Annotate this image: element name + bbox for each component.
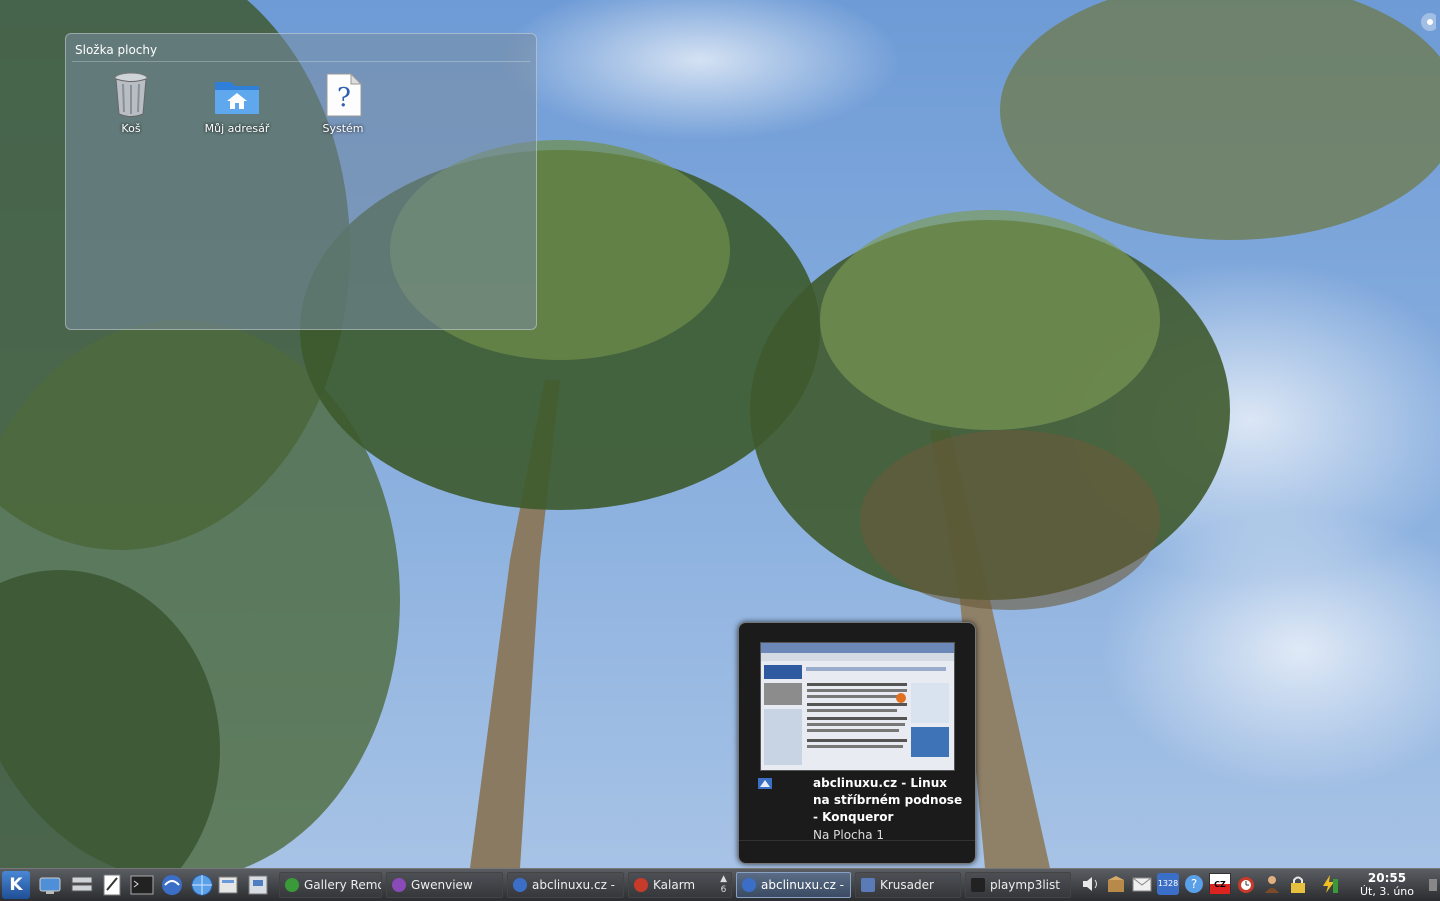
- package-icon[interactable]: [1105, 873, 1127, 895]
- tooltip-title: abclinuxu.cz - Linux na stříbrném podnos…: [813, 776, 963, 824]
- trash-icon: [114, 72, 148, 117]
- panel-handle-icon[interactable]: [1426, 869, 1440, 901]
- task-label: Gallery Remote: [304, 878, 381, 892]
- task-button-krusader[interactable]: Krusader: [855, 872, 961, 898]
- terminal-icon: [971, 878, 985, 892]
- alarm-clock-icon[interactable]: [1235, 873, 1257, 895]
- home-folder-icon: [215, 82, 259, 114]
- desktop-toolbox-icon[interactable]: [1410, 10, 1436, 40]
- konqueror-icon[interactable]: [159, 872, 185, 898]
- task-button-gallery-remote[interactable]: Gallery Remote: [279, 872, 382, 898]
- task-button-abclinuxu-active[interactable]: abclinuxu.cz -: [736, 872, 851, 898]
- help-icon[interactable]: ?: [1183, 873, 1205, 895]
- tooltip-divider: [739, 840, 975, 841]
- task-label: Krusader: [880, 878, 934, 892]
- task-label: Kalarm: [653, 878, 696, 892]
- lock-icon[interactable]: [1287, 873, 1309, 895]
- clock-date: Út, 3. úno: [1359, 885, 1415, 898]
- desktop-icon-system[interactable]: ? Systém: [298, 72, 388, 135]
- task-button-abclinuxu-1[interactable]: abclinuxu.cz -: [507, 872, 624, 898]
- task-group-count: ▲ 6: [720, 874, 727, 895]
- k-menu-button[interactable]: K: [2, 871, 30, 899]
- web-browser-icon[interactable]: [189, 872, 215, 898]
- desktop-icon-label: Systém: [322, 122, 364, 135]
- desktop-folder-view[interactable]: Složka plochy Koš Můj adresář ? Systém: [65, 33, 537, 330]
- digital-clock[interactable]: 20:55 Út, 3. úno: [1352, 871, 1422, 899]
- task-label: playmp3list: [990, 878, 1060, 892]
- text-editor-icon[interactable]: [99, 872, 125, 898]
- keyboard-layout-label: CZ: [1214, 880, 1226, 889]
- task-label: abclinuxu.cz -: [761, 878, 845, 892]
- desktop-icon-trash[interactable]: Koš: [86, 72, 176, 135]
- mail-icon[interactable]: [1131, 873, 1153, 895]
- system-settings-icon[interactable]: [37, 872, 63, 898]
- user-icon[interactable]: [1261, 873, 1283, 895]
- system-unknown-icon: ?: [326, 72, 363, 117]
- krusader-icon: [861, 878, 875, 892]
- network-monitor-icon[interactable]: 1328: [1157, 873, 1179, 895]
- archive-icon[interactable]: [245, 872, 271, 898]
- folder-view-divider: [72, 61, 530, 62]
- task-button-kalarm[interactable]: Kalarm ▲ 6: [628, 872, 732, 898]
- task-label: Gwenview: [411, 878, 473, 892]
- task-button-gwenview[interactable]: Gwenview: [386, 872, 503, 898]
- konqueror-icon: [513, 878, 527, 892]
- gwenview-icon: [392, 878, 406, 892]
- desktop-icon-home[interactable]: Můj adresář: [192, 72, 282, 135]
- kalarm-icon: [634, 878, 648, 892]
- konqueror-icon: [742, 878, 756, 892]
- svg-text:?: ?: [337, 83, 351, 113]
- network-monitor-label: 1328: [1157, 879, 1179, 888]
- task-button-playmp3list[interactable]: playmp3list: [965, 872, 1071, 898]
- konqueror-icon: [758, 778, 772, 789]
- window-preview-thumbnail: [760, 642, 955, 771]
- clock-time: 20:55: [1367, 871, 1407, 885]
- task-tooltip: abclinuxu.cz - Linux na stříbrném podnos…: [738, 622, 976, 864]
- gallery-remote-icon: [285, 878, 299, 892]
- svg-text:?: ?: [1191, 877, 1197, 891]
- keyboard-layout-icon[interactable]: CZ: [1209, 873, 1231, 895]
- drive-icon[interactable]: [69, 872, 95, 898]
- folder-view-title: Složka plochy: [75, 43, 158, 57]
- file-manager-icon[interactable]: [216, 872, 242, 898]
- taskbar-panel: K Gallery Remote Gwenview: [0, 868, 1440, 901]
- desktop-icon-label: Koš: [121, 122, 141, 135]
- k-menu-icon: K: [9, 875, 23, 895]
- power-icon[interactable]: [1318, 873, 1340, 895]
- task-label: abclinuxu.cz -: [532, 878, 616, 892]
- terminal-icon[interactable]: [129, 872, 155, 898]
- desktop-icon-label: Můj adresář: [204, 122, 270, 135]
- volume-icon[interactable]: [1080, 873, 1102, 895]
